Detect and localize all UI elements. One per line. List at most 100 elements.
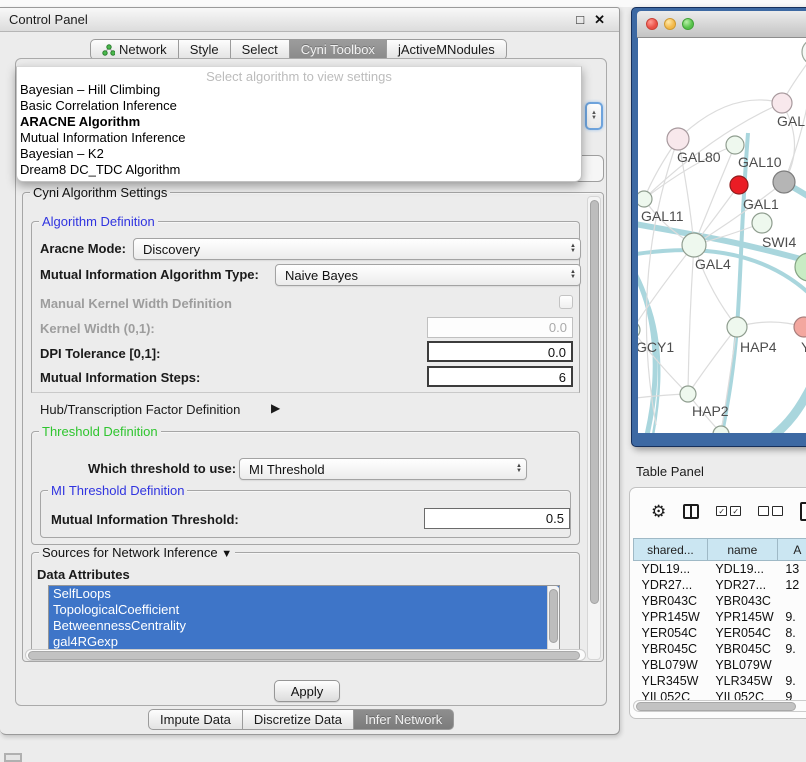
network-node-gal11[interactable]	[638, 191, 652, 207]
close-traffic-light[interactable]	[646, 18, 658, 30]
network-node-hap4[interactable]	[727, 317, 747, 337]
tab-select-label: Select	[242, 42, 278, 57]
table-row[interactable]: YBR045C YBR045C 9.	[634, 641, 806, 657]
settings-horizontal-scrollbar[interactable]	[25, 649, 586, 661]
network-node-partial-top[interactable]	[802, 39, 806, 65]
network-edge[interactable]	[767, 383, 806, 433]
sources-collapse-icon[interactable]: ▼	[221, 548, 232, 560]
select-all-icon[interactable]: ✓ ✓	[716, 506, 741, 516]
network-node-gcy1[interactable]	[638, 322, 640, 338]
attributes-scrollbar-thumb[interactable]	[549, 589, 558, 643]
cell-name: YDR27...	[707, 577, 777, 593]
minimize-traffic-light[interactable]	[664, 18, 676, 30]
network-window-titlebar[interactable]	[637, 11, 806, 38]
table-horizontal-scrollbar-thumb[interactable]	[636, 702, 796, 711]
table-row[interactable]: YLR345W YLR345W 9.	[634, 673, 806, 689]
network-node-gal80[interactable]	[667, 128, 689, 150]
attribute-item[interactable]: SelfLoops	[49, 586, 559, 602]
hub-definition-toggle-label[interactable]: Hub/Transcription Factor Definition	[40, 402, 240, 417]
column-chooser-icon[interactable]	[683, 504, 699, 519]
mi-threshold-field[interactable]: 0.5	[424, 508, 570, 529]
network-canvas[interactable]: GAL GAL80 GAL10 GAL1 GAL11 SWI4 GAL4 GCY…	[638, 38, 806, 433]
table-row[interactable]: YPR145W YPR145W 9.	[634, 609, 806, 625]
tab-infer-network[interactable]: Infer Network	[354, 709, 454, 730]
cyni-algorithm-settings-group: Cyni Algorithm Settings Algorithm Defini…	[22, 192, 604, 662]
network-node-gal4[interactable]	[682, 233, 706, 257]
attribute-item[interactable]: TopologicalCoefficient	[49, 602, 559, 618]
sources-title[interactable]: Sources for Network Inference ▼	[39, 545, 235, 560]
which-threshold-combo[interactable]: MI Threshold ▲▼	[239, 458, 527, 480]
mi-algorithm-type-label: Mutual Information Algorithm Type:	[40, 267, 259, 282]
zoom-traffic-light[interactable]	[682, 18, 694, 30]
node-label: GCY1	[638, 339, 674, 355]
column-header-shared[interactable]: shared...	[634, 539, 708, 561]
column-header-partial[interactable]: A	[777, 539, 806, 561]
table-horizontal-scrollbar[interactable]	[633, 700, 806, 712]
close-window-icon[interactable]: ✕	[594, 12, 605, 28]
table-row[interactable]: YBL079W YBL079W	[634, 657, 806, 673]
tab-impute-data[interactable]: Impute Data	[148, 709, 243, 730]
network-edge[interactable]	[688, 245, 694, 394]
inference-algorithm-combo-button[interactable]: ▲ ▼	[585, 102, 603, 130]
tab-discretize-data[interactable]: Discretize Data	[243, 709, 354, 730]
tab-jactivemnodules[interactable]: jActiveMNodules	[387, 39, 507, 60]
network-node-gal-partial[interactable]	[772, 93, 792, 113]
manual-kernel-width-label: Manual Kernel Width Definition	[40, 296, 232, 311]
hub-expand-arrow-icon[interactable]: ▶	[271, 401, 280, 415]
kernel-width-field[interactable]: 0.0	[427, 317, 573, 338]
aracne-mode-combo[interactable]: Discovery ▲▼	[133, 238, 581, 260]
tab-jactivemnodules-label: jActiveMNodules	[398, 42, 495, 57]
cell-name: YBR043C	[707, 593, 777, 609]
attributes-scrollbar[interactable]	[547, 586, 559, 651]
algorithm-option[interactable]: Bayesian – K2	[17, 146, 581, 162]
column-header-name[interactable]: name	[707, 539, 777, 561]
algorithm-option[interactable]: Basic Correlation Inference	[17, 98, 581, 114]
export-table-icon[interactable]	[800, 502, 806, 521]
cell-name: YPR145W	[707, 609, 777, 625]
attribute-item[interactable]: BetweennessCentrality	[49, 618, 559, 634]
tab-network[interactable]: Network	[90, 39, 179, 60]
deselect-all-icon[interactable]	[758, 506, 783, 516]
apply-button[interactable]: Apply	[274, 680, 340, 702]
node-label: SWI4	[762, 234, 796, 250]
data-attributes-list[interactable]: SelfLoops TopologicalCoefficient Between…	[48, 585, 560, 651]
manual-kernel-width-checkbox[interactable]	[559, 295, 573, 309]
algorithm-option[interactable]: Dream8 DC_TDC Algorithm	[17, 162, 581, 178]
combo-down-icon: ▼	[570, 275, 576, 280]
cell-shared: YBR045C	[634, 641, 708, 657]
network-node-red[interactable]	[730, 176, 748, 194]
network-node-y-partial[interactable]	[794, 317, 806, 337]
network-graph: GAL GAL80 GAL10 GAL1 GAL11 SWI4 GAL4 GCY…	[638, 38, 806, 433]
minimized-window-fragment[interactable]	[4, 753, 22, 762]
settings-vertical-scrollbar-thumb[interactable]	[590, 200, 599, 604]
float-window-icon[interactable]: □	[576, 12, 584, 28]
network-node-hap2[interactable]	[680, 386, 696, 402]
table-row[interactable]: YBR043C YBR043C	[634, 593, 806, 609]
mi-algorithm-type-combo[interactable]: Naive Bayes ▲▼	[275, 264, 581, 286]
mi-steps-field[interactable]: 6	[427, 366, 573, 387]
combo-down-icon: ▼	[591, 116, 597, 121]
dpi-tolerance-field[interactable]: 0.0	[427, 341, 573, 362]
settings-vertical-scrollbar[interactable]	[587, 196, 601, 660]
cell-shared: YBL079W	[634, 657, 708, 673]
algorithm-option[interactable]: Mutual Information Inference	[17, 130, 581, 146]
network-node-gray[interactable]	[773, 171, 795, 193]
gear-icon[interactable]: ⚙	[651, 503, 666, 520]
table-row[interactable]: YER054C YER054C 8.	[634, 625, 806, 641]
cell-shared: YBR043C	[634, 593, 708, 609]
network-node-gal1[interactable]	[752, 213, 772, 233]
control-panel-titlebar[interactable]: Control Panel □ ✕	[0, 8, 619, 32]
sources-title-text: Sources for Network Inference	[42, 545, 218, 560]
algorithm-option[interactable]: Bayesian – Hill Climbing	[17, 82, 581, 98]
algorithm-option-selected[interactable]: ARACNE Algorithm	[17, 114, 581, 130]
table-row[interactable]: YDL19... YDL19... 13	[634, 561, 806, 577]
network-view-window: GAL GAL80 GAL10 GAL1 GAL11 SWI4 GAL4 GCY…	[631, 7, 806, 447]
network-edge[interactable]	[678, 100, 782, 139]
network-node-gal10[interactable]	[726, 136, 744, 154]
tab-style[interactable]: Style	[179, 39, 231, 60]
table-row[interactable]: YDR27... YDR27... 12	[634, 577, 806, 593]
attribute-item[interactable]: gal4RGexp	[49, 634, 559, 650]
tab-select[interactable]: Select	[231, 39, 290, 60]
settings-horizontal-scrollbar-thumb[interactable]	[28, 651, 580, 660]
tab-cyni-toolbox[interactable]: Cyni Toolbox	[290, 39, 387, 60]
